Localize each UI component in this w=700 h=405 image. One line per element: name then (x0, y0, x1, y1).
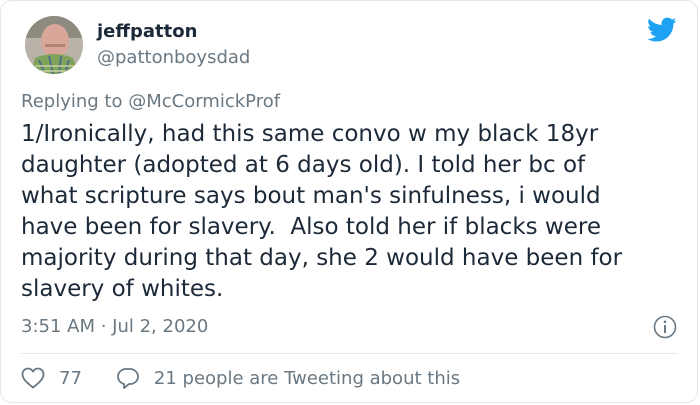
tweet-text: 1/Ironically, had this same convo w my b… (21, 121, 623, 302)
info-icon[interactable] (653, 315, 677, 339)
display-name[interactable]: jeffpatton (97, 21, 197, 42)
speech-bubble-icon (117, 368, 139, 389)
tweet-timestamp[interactable]: 3:51 AM · Jul 2, 2020 (21, 316, 208, 337)
conversation-button[interactable]: 21 people are Tweeting about this (116, 367, 460, 389)
like-button[interactable]: 77 (21, 367, 82, 389)
divider (21, 353, 677, 354)
avatar[interactable] (25, 16, 83, 74)
twitter-bird-icon[interactable] (647, 17, 677, 43)
avatar-image (25, 16, 83, 74)
heart-icon (21, 367, 45, 389)
replying-to-mention[interactable]: @McCormickProf (128, 91, 280, 112)
replying-to-label: Replying to (21, 91, 129, 112)
tweet-card[interactable]: jeffpatton @pattonboysdad Replying to @M… (0, 0, 698, 403)
replying-to: Replying to @McCormickProf (21, 91, 280, 112)
conversation-summary: 21 people are Tweeting about this (153, 367, 461, 389)
like-count: 77 (59, 367, 82, 389)
user-handle[interactable]: @pattonboysdad (97, 47, 250, 68)
action-bar: 77 21 people are Tweeting about this (21, 367, 460, 389)
